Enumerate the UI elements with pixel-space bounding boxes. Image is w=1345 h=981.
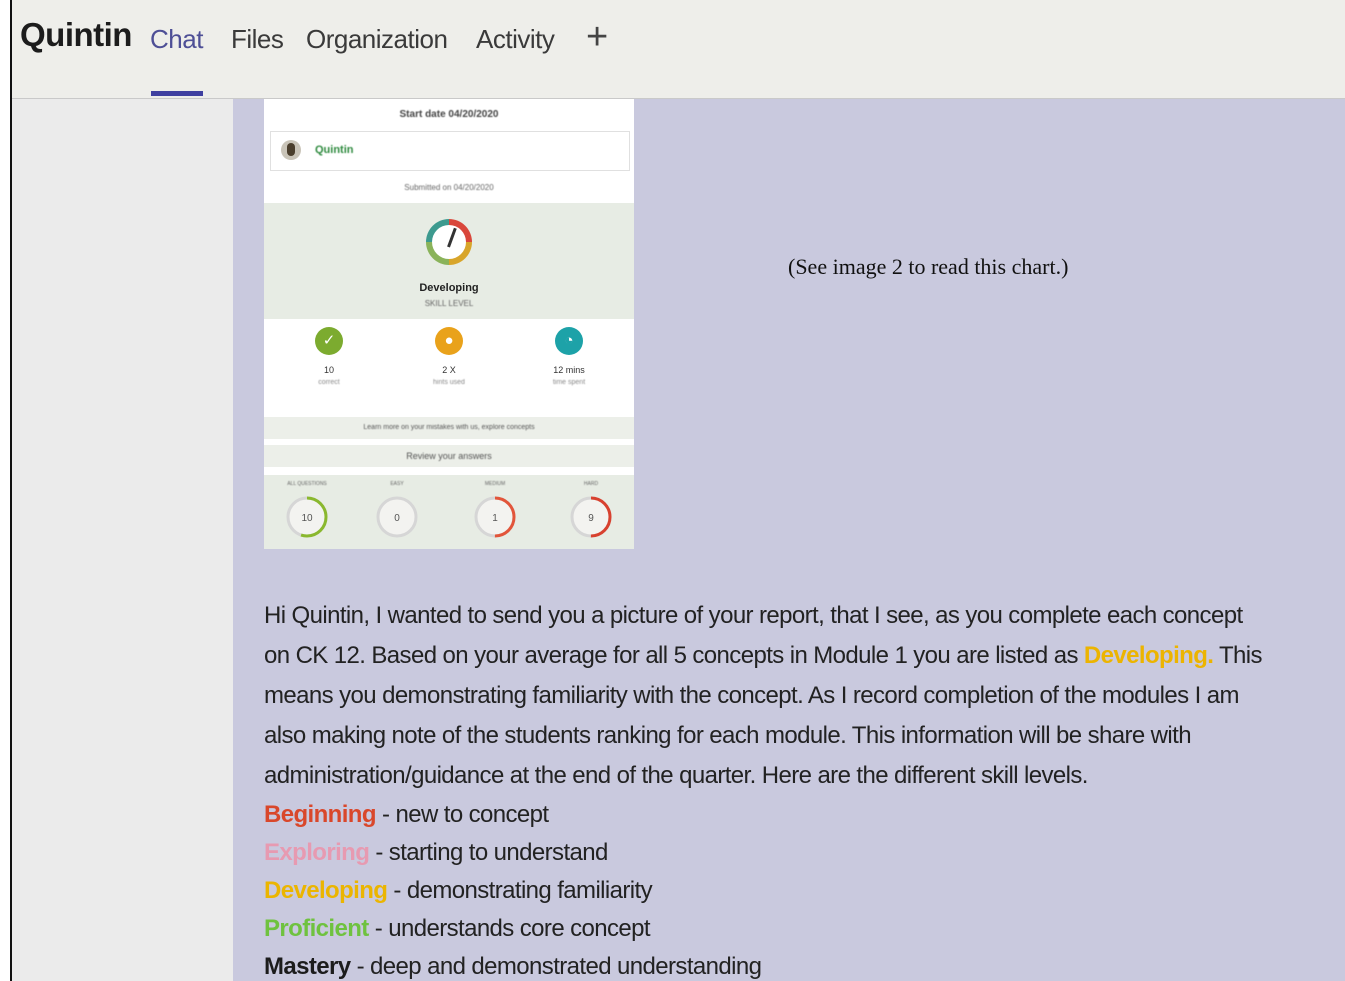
progress-ring: 10 xyxy=(286,496,328,538)
progress-ring: 1 xyxy=(474,496,516,538)
message-body: Hi Quintin, I wanted to send you a pictu… xyxy=(264,596,1345,981)
plus-icon[interactable]: + xyxy=(586,16,608,59)
progress-ring: 9 xyxy=(570,496,612,538)
message-line: Hi Quintin, I wanted to send you a pictu… xyxy=(264,602,1243,629)
progress-ring: 0 xyxy=(376,496,418,538)
level-desc: - deep and demonstrated understanding xyxy=(350,953,762,980)
level-name: Developing xyxy=(264,877,388,904)
tab-organization[interactable]: Organization xyxy=(306,24,448,55)
ring-value: 10 xyxy=(301,513,313,524)
skill-level-beginning: Beginning - new to concept xyxy=(264,796,1345,834)
report-image[interactable]: Start date 04/20/2020 Quintin Submitted … xyxy=(264,99,634,549)
chat-area: Start date 04/20/2020 Quintin Submitted … xyxy=(233,99,1345,981)
ring-value: 0 xyxy=(394,513,400,524)
stat-caption: time spent xyxy=(552,379,586,386)
tab-files[interactable]: Files xyxy=(231,24,284,55)
report-start-date: Start date 04/20/2020 xyxy=(399,109,499,120)
left-panel xyxy=(12,99,233,981)
channel-header: Quintin Chat Files Organization Activity… xyxy=(12,0,1345,99)
level-name: Beginning xyxy=(264,801,377,828)
stat-value: 12 mins xyxy=(553,365,585,375)
level-desc: - new to concept xyxy=(375,801,549,828)
skill-level-mastery: Mastery - deep and demonstrated understa… xyxy=(264,948,1345,981)
report-user-row: Quintin xyxy=(270,131,630,171)
level-name: Mastery xyxy=(264,953,351,980)
report-learn-more[interactable]: Learn more on your mistakes with us, exp… xyxy=(264,417,634,439)
tab-activity[interactable]: Activity xyxy=(476,24,555,55)
ring-value: 9 xyxy=(588,513,594,524)
level-desc: - starting to understand xyxy=(369,839,608,866)
level-desc: - demonstrating familiarity xyxy=(387,877,652,904)
message-line: means you demonstrating familiarity with… xyxy=(264,682,1240,709)
stat-hints: ● 2 X hints used xyxy=(404,327,494,386)
ring-caption: ALL QUESTIONS xyxy=(287,481,327,487)
avatar xyxy=(281,140,301,160)
ring-caption: MEDIUM xyxy=(484,481,506,487)
level-name: Exploring xyxy=(264,839,370,866)
message-line: also making note of the students ranking… xyxy=(264,722,1192,749)
stat-correct: ✓ 10 correct xyxy=(284,327,374,386)
developing-highlight: Developing. xyxy=(1083,642,1214,669)
report-skill-level-caption: SKILL LEVEL xyxy=(424,299,474,308)
tab-chat[interactable]: Chat xyxy=(150,24,203,55)
chart-note: (See image 2 to read this chart.) xyxy=(788,254,1069,279)
report-student-name: Quintin xyxy=(315,144,354,156)
message-text: on CK 12. Based on your average for all … xyxy=(264,642,1084,669)
level-desc: - understands core concept xyxy=(368,915,651,942)
bulb-icon: ● xyxy=(435,327,463,355)
timer-icon: ◔ xyxy=(555,327,583,355)
active-tab-indicator xyxy=(151,91,203,96)
skill-level-developing: Developing - demonstrating familiarity xyxy=(264,872,1345,910)
message-line: on CK 12. Based on your average for all … xyxy=(264,636,1345,676)
report-skill-level: Developing xyxy=(419,282,479,294)
ring-caption: EASY xyxy=(390,481,404,487)
skill-level-exploring: Exploring - starting to understand xyxy=(264,834,1345,872)
stat-time: ◔ 12 mins time spent xyxy=(524,327,614,386)
message-text: This xyxy=(1213,642,1263,669)
stat-caption: correct xyxy=(318,379,340,386)
level-name: Proficient xyxy=(264,915,369,942)
contact-name: Quintin xyxy=(20,16,132,53)
review-answers-label: Review your answers xyxy=(406,451,492,461)
report-submitted-date: Submitted on 04/20/2020 xyxy=(404,183,494,192)
message-line: administration/guidance at the end of th… xyxy=(264,762,1088,789)
check-icon: ✓ xyxy=(315,327,343,355)
ring-caption: HARD xyxy=(583,481,599,487)
ring-value: 1 xyxy=(492,513,498,524)
stat-value: 2 X xyxy=(442,365,456,375)
learn-more-text: Learn more on your mistakes with us, exp… xyxy=(363,424,535,431)
review-answers-button[interactable]: Review your answers xyxy=(264,445,634,467)
stat-caption: hints used xyxy=(433,379,465,386)
skill-level-proficient: Proficient - understands core concept xyxy=(264,910,1345,948)
stat-value: 10 xyxy=(323,365,334,375)
